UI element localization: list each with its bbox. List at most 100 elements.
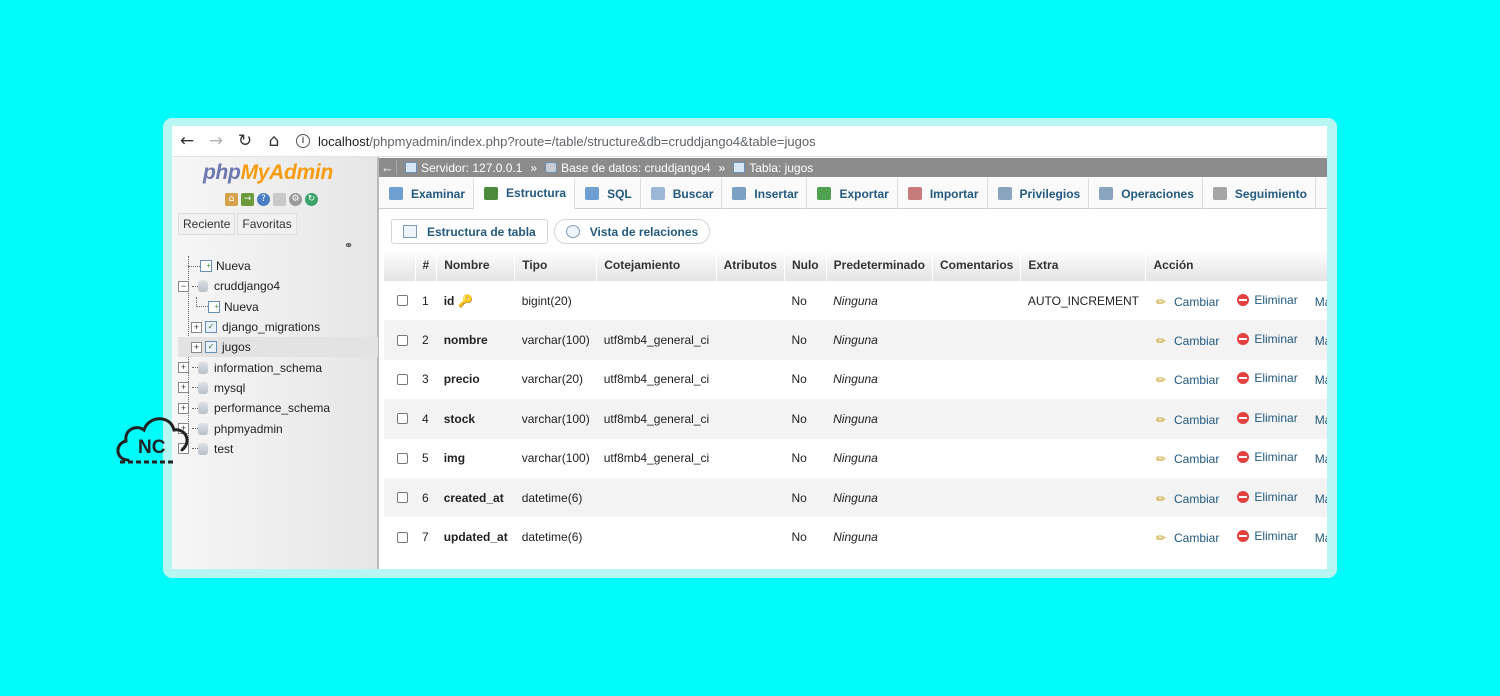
breadcrumb-database[interactable]: Base de datos: cruddjango4 bbox=[561, 161, 710, 175]
change-button[interactable]: ✏ Cambiar bbox=[1156, 373, 1219, 387]
change-button[interactable]: ✏ Cambiar bbox=[1156, 492, 1219, 506]
change-button[interactable]: ✏ Cambiar bbox=[1156, 531, 1219, 545]
more-button[interactable]: Más bbox=[1315, 334, 1327, 348]
delete-button[interactable]: Eliminar bbox=[1237, 293, 1298, 307]
row-checkbox[interactable] bbox=[397, 373, 408, 385]
delete-icon bbox=[1237, 451, 1250, 464]
breadcrumb-server[interactable]: Servidor: 127.0.0.1 bbox=[421, 161, 522, 175]
tree-item-mysql[interactable]: + mysql bbox=[178, 378, 378, 398]
header-type[interactable]: Tipo bbox=[514, 249, 598, 281]
tree-item-jugos[interactable]: + ✓ jugos bbox=[178, 337, 378, 358]
tab-search[interactable]: Buscar bbox=[641, 178, 723, 209]
row-checkbox[interactable] bbox=[397, 492, 408, 504]
more-button[interactable]: Más bbox=[1315, 452, 1327, 466]
link-icon[interactable]: ⚭ bbox=[344, 239, 353, 252]
column-name-text: id bbox=[443, 293, 455, 308]
tab-export[interactable]: Exportar bbox=[807, 178, 898, 209]
expand-icon[interactable]: + bbox=[178, 382, 189, 394]
logout-icon[interactable]: → bbox=[241, 193, 254, 206]
table-row: 2 nombre varchar(100) utf8mb4_general_ci No N… bbox=[384, 320, 1327, 360]
tree-item-phpmyadmin[interactable]: + phpmyadmin bbox=[178, 418, 378, 438]
collapse-panel-icon[interactable]: ← bbox=[379, 160, 397, 175]
header-collation[interactable]: Cotejamiento bbox=[596, 249, 717, 281]
tab-privileges[interactable]: Privilegios bbox=[988, 178, 1090, 209]
column-null-text: No bbox=[791, 490, 807, 505]
refresh-icon[interactable]: ↻ bbox=[305, 193, 318, 206]
row-checkbox[interactable] bbox=[397, 531, 408, 543]
row-checkbox[interactable] bbox=[397, 334, 408, 346]
subtab-relation-view[interactable]: Vista de relaciones bbox=[553, 219, 711, 244]
tab-sql[interactable]: SQL bbox=[575, 178, 641, 209]
delete-button[interactable]: Eliminar bbox=[1237, 410, 1298, 425]
column-default: Ninguna bbox=[826, 359, 933, 400]
table-icon: ✓ bbox=[205, 321, 217, 334]
home-icon[interactable]: ⌂ bbox=[260, 127, 288, 155]
row-checkbox[interactable] bbox=[397, 452, 408, 464]
expand-icon[interactable]: + bbox=[191, 341, 202, 353]
change-button[interactable]: ✏ Cambiar bbox=[1156, 452, 1219, 466]
tab-insert[interactable]: Insertar bbox=[722, 178, 808, 209]
delete-icon bbox=[1237, 293, 1250, 306]
phpmyadmin-logo[interactable]: phpMyAdmin bbox=[203, 161, 333, 185]
expand-icon[interactable]: + bbox=[191, 321, 202, 333]
logo-php-text: php bbox=[203, 161, 241, 184]
subtab-table-structure[interactable]: Estructura de tabla bbox=[391, 219, 548, 244]
more-button[interactable]: Más bbox=[1315, 492, 1327, 506]
row-checkbox[interactable] bbox=[397, 295, 408, 307]
tab-label: Operaciones bbox=[1121, 186, 1194, 201]
tab-wrench[interactable]: Operaciones bbox=[1089, 178, 1203, 209]
gear-icon[interactable]: ⚙ bbox=[289, 193, 302, 206]
change-button[interactable]: ✏ Cambiar bbox=[1156, 295, 1219, 309]
header-name[interactable]: Nombre bbox=[436, 249, 516, 281]
tab-browse[interactable]: Examinar bbox=[379, 178, 475, 209]
tree-item-performance-schema[interactable]: + performance_schema bbox=[178, 398, 378, 418]
more-button[interactable]: Más bbox=[1315, 373, 1327, 387]
collapse-icon[interactable]: − bbox=[178, 280, 189, 292]
more-button[interactable]: Más bbox=[1315, 531, 1327, 545]
breadcrumb-table[interactable]: Tabla: jugos bbox=[749, 161, 813, 175]
forward-arrow-icon[interactable]: → bbox=[202, 127, 230, 155]
tree-item-cruddjango4[interactable]: − cruddjango4 bbox=[178, 276, 378, 296]
tree-item-new-database[interactable]: + Nueva bbox=[178, 256, 378, 276]
change-button[interactable]: ✏ Cambiar bbox=[1156, 413, 1219, 427]
column-null: No bbox=[784, 399, 827, 439]
tab-favorites[interactable]: Favoritas bbox=[237, 213, 297, 235]
reload-icon[interactable]: ↻ bbox=[231, 127, 259, 155]
header-number[interactable]: # bbox=[415, 249, 438, 281]
column-comments bbox=[932, 281, 1021, 321]
address-bar[interactable]: i localhost/phpmyadmin/index.php?route=/… bbox=[296, 134, 816, 149]
delete-button[interactable]: Eliminar bbox=[1237, 371, 1298, 385]
tree-item-information-schema[interactable]: + information_schema bbox=[178, 357, 378, 377]
database-icon bbox=[198, 361, 208, 374]
column-null-text: No bbox=[791, 293, 807, 308]
expand-icon[interactable]: + bbox=[178, 362, 189, 374]
tree-item-new-table[interactable]: + Nueva bbox=[178, 296, 378, 317]
tab-recent[interactable]: Reciente bbox=[178, 213, 236, 235]
change-button[interactable]: ✏ Cambiar bbox=[1156, 334, 1219, 348]
tab-import[interactable]: Importar bbox=[898, 178, 988, 209]
home-icon[interactable]: ⌂ bbox=[225, 193, 238, 206]
row-checkbox[interactable] bbox=[397, 413, 408, 425]
delete-button[interactable]: Eliminar bbox=[1237, 529, 1298, 543]
header-attributes[interactable]: Atributos bbox=[716, 249, 785, 281]
tree-item-test[interactable]: + test bbox=[178, 439, 378, 459]
back-arrow-icon[interactable]: ← bbox=[173, 127, 201, 155]
more-button[interactable]: Más bbox=[1315, 413, 1327, 427]
column-null-text: No bbox=[791, 530, 807, 545]
header-default[interactable]: Predeterminado bbox=[826, 249, 934, 281]
delete-button[interactable]: Eliminar bbox=[1237, 332, 1298, 346]
more-button[interactable]: Más bbox=[1315, 295, 1327, 309]
delete-button[interactable]: Eliminar bbox=[1237, 450, 1298, 464]
tab-structure[interactable]: Estructura bbox=[474, 178, 576, 209]
header-extra[interactable]: Extra bbox=[1020, 249, 1147, 281]
header-comments[interactable]: Comentarios bbox=[932, 249, 1022, 281]
tab-eye[interactable]: Seguimiento bbox=[1203, 178, 1316, 209]
delete-button[interactable]: Eliminar bbox=[1237, 490, 1298, 504]
site-info-icon[interactable]: i bbox=[296, 134, 310, 148]
header-null[interactable]: Nulo bbox=[784, 249, 827, 281]
help-icon[interactable]: ? bbox=[257, 193, 270, 206]
import-icon bbox=[907, 187, 922, 200]
delete-label: Eliminar bbox=[1254, 410, 1298, 425]
docs-icon[interactable] bbox=[273, 193, 286, 206]
tree-item-django-migrations[interactable]: + ✓ django_migrations bbox=[178, 317, 378, 337]
